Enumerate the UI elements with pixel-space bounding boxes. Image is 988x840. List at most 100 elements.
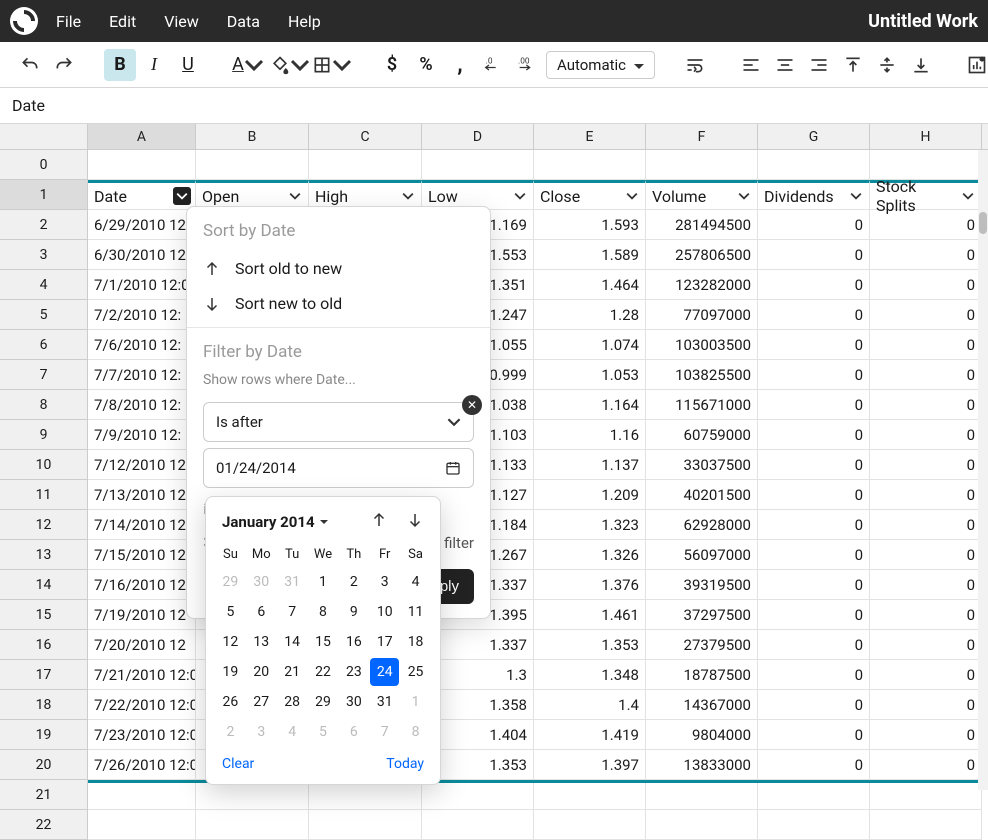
cell[interactable]: 60759000 xyxy=(646,420,758,450)
cell[interactable] xyxy=(758,810,870,840)
month-year-selector[interactable]: January 2014 xyxy=(222,513,329,531)
cell[interactable]: 103003500 xyxy=(646,330,758,360)
cell-reference-bar[interactable]: Date xyxy=(0,88,988,124)
cell[interactable]: 1.419 xyxy=(534,720,646,750)
align-right-button[interactable] xyxy=(803,49,835,81)
calendar-day[interactable]: 30 xyxy=(339,688,368,716)
cell[interactable]: 1.28 xyxy=(534,300,646,330)
cell[interactable] xyxy=(534,150,646,180)
sort-new-to-old[interactable]: Sort new to old xyxy=(187,286,490,321)
cell[interactable]: 7/8/2010 12: xyxy=(88,390,196,420)
cell[interactable]: 0 xyxy=(758,210,870,240)
cell[interactable] xyxy=(196,810,309,840)
cell[interactable]: 1.16 xyxy=(534,420,646,450)
prev-month-button[interactable] xyxy=(370,511,388,533)
calendar-day[interactable]: 3 xyxy=(370,568,399,596)
table-header-close[interactable]: Close xyxy=(534,180,646,210)
calendar-day[interactable]: 6 xyxy=(339,718,368,746)
cell[interactable]: 37297500 xyxy=(646,600,758,630)
filter-operator-select[interactable]: Is after xyxy=(203,402,474,442)
cell[interactable]: 7/23/2010 12:00 xyxy=(88,720,196,750)
row-header[interactable]: 4 xyxy=(0,270,88,300)
cell[interactable]: 33037500 xyxy=(646,450,758,480)
cell[interactable] xyxy=(88,780,196,810)
undo-button[interactable] xyxy=(14,49,46,81)
cell[interactable]: 257806500 xyxy=(646,240,758,270)
calendar-day[interactable]: 16 xyxy=(339,628,368,656)
cell[interactable]: 1.397 xyxy=(534,750,646,780)
filter-toggle-icon[interactable] xyxy=(623,187,641,205)
cell[interactable]: 0 xyxy=(870,210,982,240)
cell[interactable]: 1.164 xyxy=(534,390,646,420)
cell[interactable] xyxy=(422,150,534,180)
cell[interactable]: 18787500 xyxy=(646,660,758,690)
calendar-day[interactable]: 4 xyxy=(278,718,307,746)
cell[interactable] xyxy=(309,810,422,840)
cell[interactable]: 62928000 xyxy=(646,510,758,540)
cell[interactable]: 7/15/2010 12 xyxy=(88,540,196,570)
cell[interactable]: 7/19/2010 12 xyxy=(88,600,196,630)
cell[interactable]: 0 xyxy=(870,270,982,300)
cell[interactable]: 0 xyxy=(870,510,982,540)
cell[interactable]: 0 xyxy=(870,750,982,780)
sort-old-to-new[interactable]: Sort old to new xyxy=(187,251,490,286)
cell[interactable]: 6/30/2010 12:00 xyxy=(88,240,196,270)
calendar-day[interactable]: 5 xyxy=(216,598,245,626)
row-header[interactable]: 21 xyxy=(0,780,88,810)
calendar-day[interactable]: 24 xyxy=(370,658,399,686)
calendar-day[interactable]: 4 xyxy=(401,568,430,596)
calendar-day[interactable]: 29 xyxy=(216,568,245,596)
calendar-day[interactable]: 19 xyxy=(216,658,245,686)
row-header[interactable]: 3 xyxy=(0,240,88,270)
cell[interactable]: 1.461 xyxy=(534,600,646,630)
datepicker-clear-button[interactable]: Clear xyxy=(222,756,254,772)
cell[interactable]: 0 xyxy=(758,360,870,390)
next-month-button[interactable] xyxy=(406,511,424,533)
redo-button[interactable] xyxy=(48,49,80,81)
calendar-day[interactable]: 21 xyxy=(278,658,307,686)
row-header[interactable]: 16 xyxy=(0,630,88,660)
column-header-G[interactable]: G xyxy=(758,124,870,149)
comma-button[interactable]: , xyxy=(444,49,476,81)
table-header-dividends[interactable]: Dividends xyxy=(758,180,870,210)
align-top-button[interactable] xyxy=(837,49,869,81)
cell[interactable]: 7/1/2010 12:0 xyxy=(88,270,196,300)
column-header-C[interactable]: C xyxy=(309,124,422,149)
cell[interactable]: 1.4 xyxy=(534,690,646,720)
menu-edit[interactable]: Edit xyxy=(109,12,136,31)
cell[interactable]: 103825500 xyxy=(646,360,758,390)
cell[interactable]: 281494500 xyxy=(646,210,758,240)
calendar-day[interactable]: 8 xyxy=(401,718,430,746)
italic-button[interactable]: I xyxy=(138,49,170,81)
text-color-button[interactable]: A xyxy=(228,49,268,81)
calendar-day[interactable]: 27 xyxy=(247,688,276,716)
cell[interactable]: 6/29/2010 12:00 xyxy=(88,210,196,240)
calendar-day[interactable]: 20 xyxy=(247,658,276,686)
insert-chart-button[interactable] xyxy=(961,49,988,81)
cell[interactable]: 7/9/2010 12: xyxy=(88,420,196,450)
cell[interactable]: 7/14/2010 12 xyxy=(88,510,196,540)
column-header-H[interactable]: H xyxy=(870,124,982,149)
menu-file[interactable]: File xyxy=(56,12,81,31)
cell[interactable]: 14367000 xyxy=(646,690,758,720)
borders-button[interactable] xyxy=(312,49,352,81)
cell[interactable]: 1.376 xyxy=(534,570,646,600)
row-header[interactable]: 2 xyxy=(0,210,88,240)
percent-button[interactable]: % xyxy=(410,49,442,81)
cell[interactable] xyxy=(309,150,422,180)
cell[interactable]: 0 xyxy=(758,630,870,660)
row-header[interactable]: 1 xyxy=(0,180,88,210)
vertical-scrollbar[interactable] xyxy=(978,150,988,790)
cell[interactable] xyxy=(534,780,646,810)
column-header-A[interactable]: A xyxy=(88,124,196,149)
calendar-day[interactable]: 9 xyxy=(339,598,368,626)
select-all-corner[interactable] xyxy=(0,124,88,150)
cell[interactable]: 1.464 xyxy=(534,270,646,300)
cell[interactable]: 123282000 xyxy=(646,270,758,300)
cell[interactable]: 0 xyxy=(870,630,982,660)
datepicker-today-button[interactable]: Today xyxy=(386,756,424,772)
align-center-button[interactable] xyxy=(769,49,801,81)
filter-date-input[interactable]: 01/24/2014 xyxy=(203,448,474,488)
cell[interactable]: 0 xyxy=(758,330,870,360)
cell[interactable]: 0 xyxy=(870,690,982,720)
